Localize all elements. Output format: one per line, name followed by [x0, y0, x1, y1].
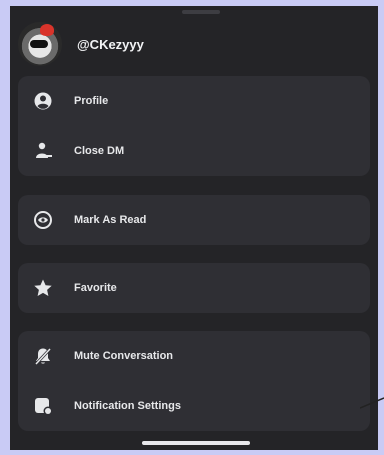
menu-item-label: Close DM: [74, 145, 125, 157]
eye-circle-icon: [32, 209, 54, 231]
username: @CKezyyy: [77, 36, 144, 52]
person-leave-icon: [32, 140, 54, 162]
bell-slash-icon: [32, 345, 54, 367]
menu-item-label: Mark As Read: [74, 214, 147, 226]
menu-item-profile[interactable]: Profile: [18, 76, 370, 126]
bell-settings-icon: [32, 395, 54, 417]
menu-group-profile: Profile Close DM: [18, 76, 370, 176]
user-circle-icon: [32, 90, 54, 112]
menu-item-label: Notification Settings: [74, 400, 181, 412]
avatar-eye-icon: [30, 40, 48, 48]
menu-group-favorite: Favorite: [18, 263, 370, 313]
sheet-header: @CKezyyy: [18, 20, 144, 68]
menu-group-read: Mark As Read: [18, 195, 370, 245]
menu-item-label: Mute Conversation: [74, 350, 174, 362]
avatar-hat-icon: [40, 24, 54, 36]
menu-item-close-dm[interactable]: Close DM: [18, 126, 370, 176]
edge-stroke-icon: [360, 397, 384, 409]
menu-item-mark-as-read[interactable]: Mark As Read: [18, 195, 370, 245]
menu-item-notification-settings[interactable]: Notification Settings: [18, 381, 370, 431]
sheet-grabber[interactable]: [182, 10, 220, 14]
menu-item-favorite[interactable]: Favorite: [18, 263, 370, 313]
avatar[interactable]: [18, 22, 62, 66]
menu-group-notifications: Mute Conversation Notification Settings: [18, 331, 370, 431]
menu-item-label: Profile: [74, 95, 109, 107]
home-indicator[interactable]: [142, 441, 250, 445]
menu-item-label: Favorite: [74, 282, 117, 294]
action-sheet: @CKezyyy Profile Close DM Mark As Read F…: [10, 6, 378, 450]
menu-item-mute-conversation[interactable]: Mute Conversation: [18, 331, 370, 381]
star-icon: [32, 277, 54, 299]
